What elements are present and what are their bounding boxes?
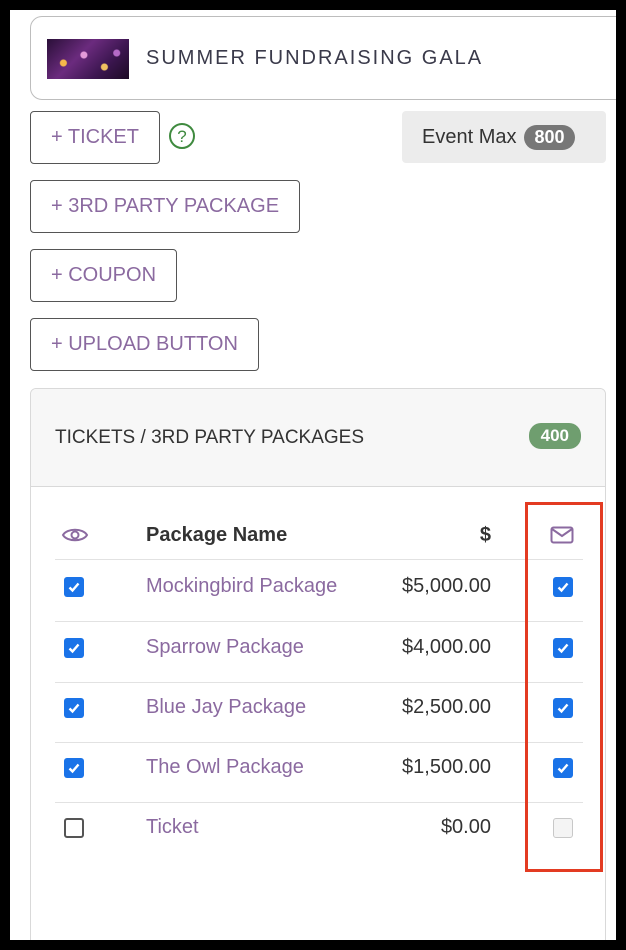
- package-name-link[interactable]: The Owl Package: [146, 756, 304, 779]
- panel-header: TICKETS / 3RD PARTY PACKAGES 400: [31, 389, 605, 487]
- envelope-icon: [550, 526, 574, 549]
- add-upload-button[interactable]: + UPLOAD BUTTON: [30, 318, 259, 371]
- divider: [55, 621, 583, 622]
- column-header-price: $: [479, 524, 491, 546]
- divider: [55, 682, 583, 683]
- eye-icon: [61, 525, 89, 550]
- event-title: SUMMER FUNDRAISING GALA: [146, 47, 484, 69]
- package-name-link[interactable]: Sparrow Package: [146, 636, 304, 659]
- visible-checkbox[interactable]: [64, 758, 84, 778]
- divider: [55, 742, 583, 743]
- package-name-link[interactable]: Blue Jay Package: [146, 696, 306, 719]
- email-checkbox[interactable]: [553, 758, 573, 778]
- event-thumbnail: [47, 39, 129, 79]
- panel-title: TICKETS / 3RD PARTY PACKAGES: [55, 427, 365, 448]
- package-name-link[interactable]: Ticket: [146, 816, 199, 839]
- add-ticket-button[interactable]: + TICKET: [30, 111, 160, 164]
- svg-text:?: ?: [177, 127, 186, 146]
- package-price: $4,000.00: [402, 636, 491, 658]
- divider: [55, 802, 583, 803]
- visible-checkbox[interactable]: [64, 577, 84, 597]
- package-price: $5,000.00: [402, 575, 491, 597]
- email-checkbox[interactable]: [553, 698, 573, 718]
- package-price: $2,500.00: [402, 696, 491, 718]
- event-max-badge: 800: [524, 124, 575, 150]
- email-checkbox[interactable]: [553, 638, 573, 658]
- event-max: Event Max 800: [402, 111, 606, 163]
- add-3rd-party-package-button[interactable]: + 3RD PARTY PACKAGE: [30, 180, 301, 233]
- email-checkbox[interactable]: [553, 577, 573, 597]
- package-price: $1,500.00: [402, 756, 491, 778]
- app-frame: SUMMER FUNDRAISING GALA + TICKET ? Event…: [10, 10, 616, 940]
- add-coupon-button[interactable]: + COUPON: [30, 249, 178, 302]
- visible-checkbox[interactable]: [64, 818, 84, 838]
- packages-panel: TICKETS / 3RD PARTY PACKAGES 400 Package…: [30, 388, 606, 940]
- package-price: $0.00: [440, 816, 491, 838]
- email-checkbox-disabled: [553, 818, 573, 838]
- divider: [55, 559, 583, 560]
- column-header-package-name: Package Name: [146, 524, 288, 546]
- package-count-badge: 400: [528, 423, 581, 449]
- visible-checkbox[interactable]: [64, 698, 84, 718]
- package-name-link[interactable]: Mockingbird Package: [146, 575, 337, 598]
- event-max-label: Event Max: [422, 125, 517, 148]
- help-icon[interactable]: ?: [168, 122, 196, 150]
- event-header[interactable]: SUMMER FUNDRAISING GALA: [30, 16, 616, 100]
- visible-checkbox[interactable]: [64, 638, 84, 658]
